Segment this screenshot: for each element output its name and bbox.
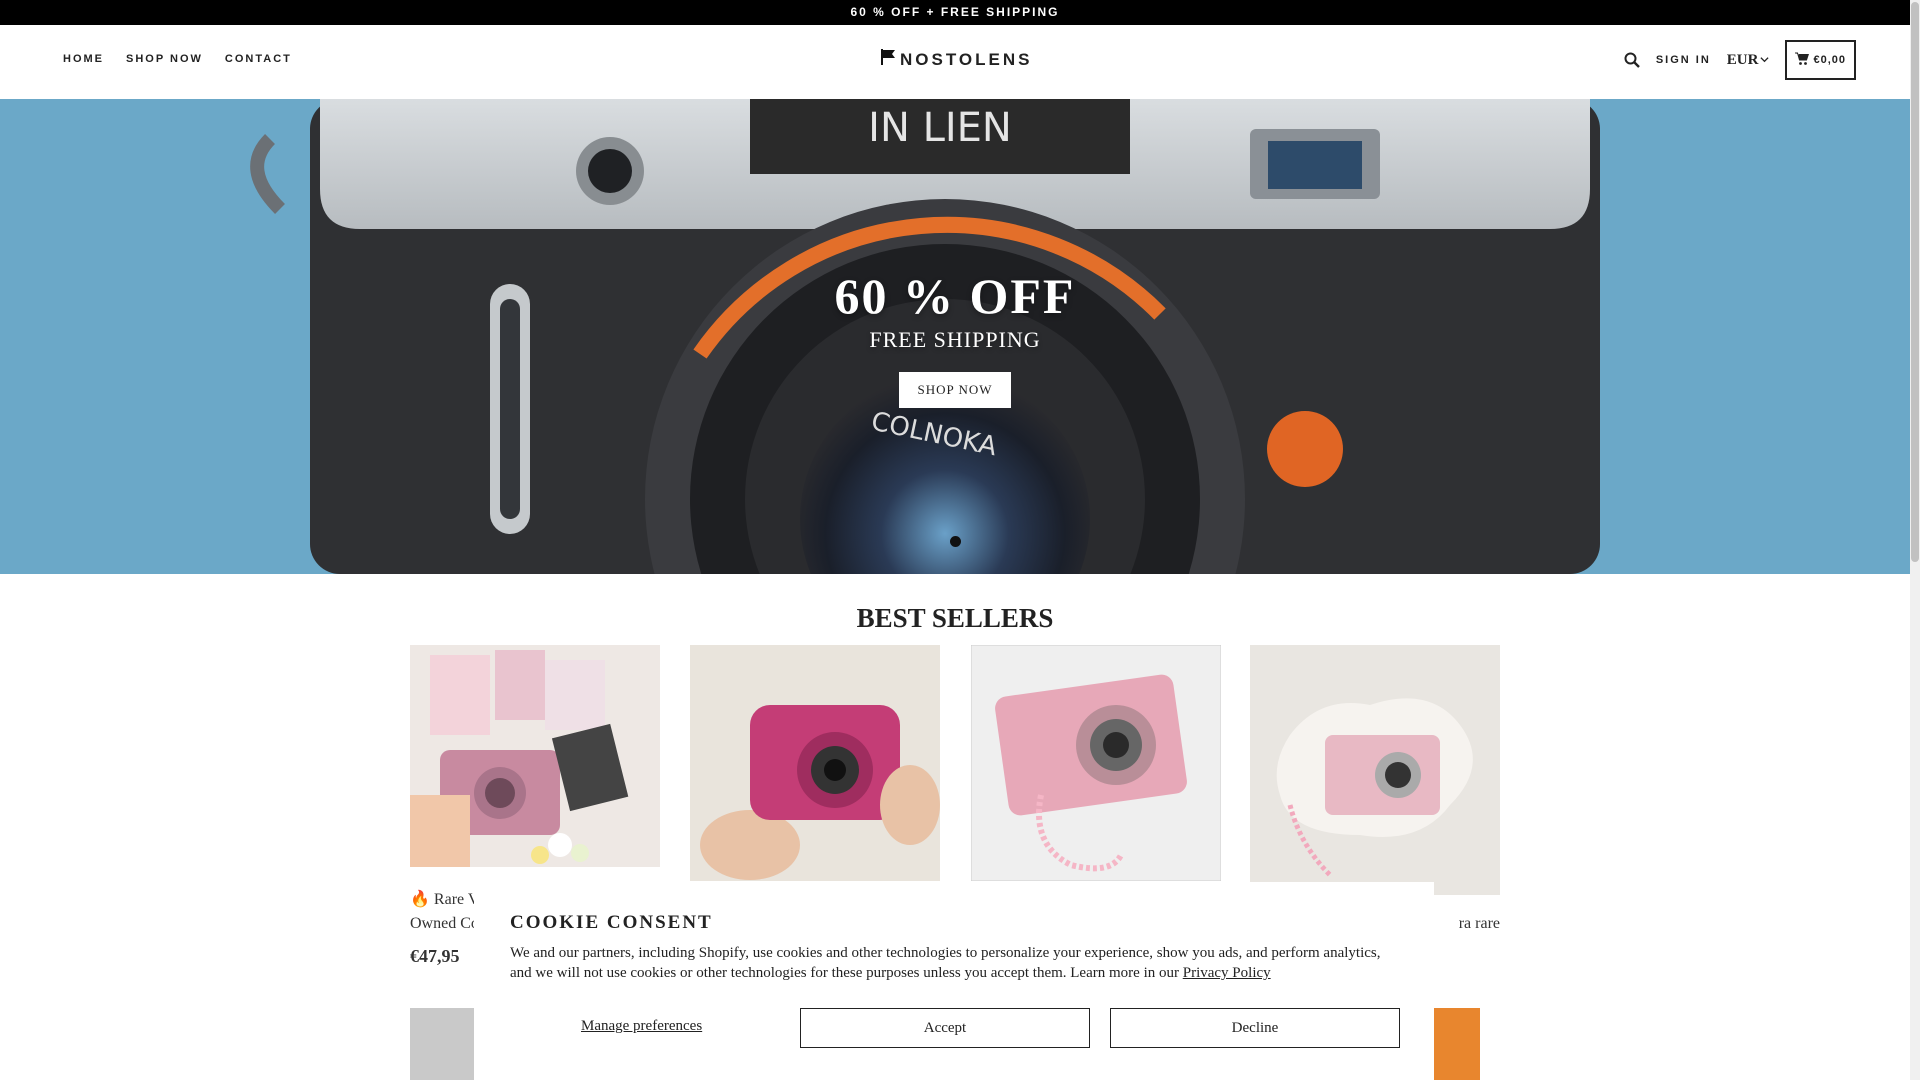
product-image [410,645,660,867]
hero-subtitle: FREE SHIPPING [869,327,1041,352]
privacy-policy-link[interactable]: Privacy Policy [1183,965,1271,981]
decline-button[interactable]: Decline [1110,1008,1400,1048]
sign-in-link[interactable]: SIGN IN [1656,54,1711,66]
product-image [1250,645,1500,895]
flag-icon [880,48,898,71]
site-logo[interactable]: NOSTOLENS [880,48,1032,71]
product-image [410,1008,478,1080]
cookie-title: COOKIE CONSENT [510,912,713,933]
product-image [690,645,940,881]
main-nav: HOME SHOP NOW CONTACT [63,53,292,65]
currency-label: EUR [1726,51,1759,68]
best-sellers-heading: BEST SELLERS [856,603,1054,633]
nav-contact[interactable]: CONTACT [225,53,292,65]
hero-shop-now-button[interactable]: SHOP NOW [899,372,1011,408]
cookie-consent-banner: COOKIE CONSENT We and our partners, incl… [474,882,1434,1080]
chevron-down-icon [1760,52,1770,69]
site-header: HOME SHOP NOW CONTACT NOSTOLENS SIGN IN … [0,25,1910,99]
header-actions: SIGN IN EUR €0,00 [1624,40,1856,80]
page-scrollbar[interactable] [1910,0,1920,1080]
svg-text:IN LIEN: IN LIEN [868,105,1012,151]
search-icon[interactable] [1624,52,1640,68]
cookie-text: We and our partners, including Shopify, … [510,945,1381,981]
hero-title: 60 % OFF [834,268,1076,324]
currency-selector[interactable]: EUR [1727,52,1770,69]
product-card[interactable] [690,645,940,886]
announcement-bar: 60 % OFF + FREE SHIPPING [0,0,1910,25]
nav-shop-now[interactable]: SHOP NOW [126,53,203,65]
product-image [1432,1008,1480,1080]
product-card[interactable] [970,644,1222,886]
accept-button[interactable]: Accept [800,1008,1090,1048]
cart-total: €0,00 [1813,54,1846,66]
cart-icon [1795,52,1810,69]
slider-dot[interactable] [950,536,961,547]
hero-banner: IN LIEN COLNOKA 60 % OFF FREE SHIPPING S… [0,99,1910,574]
product-image [970,644,1222,882]
manage-preferences-link[interactable]: Manage preferences [581,1018,702,1035]
cart-button[interactable]: €0,00 [1785,40,1856,80]
nav-home[interactable]: HOME [63,53,104,65]
scrollbar-thumb[interactable] [1911,2,1919,562]
logo-text: NOSTOLENS [900,49,1033,69]
